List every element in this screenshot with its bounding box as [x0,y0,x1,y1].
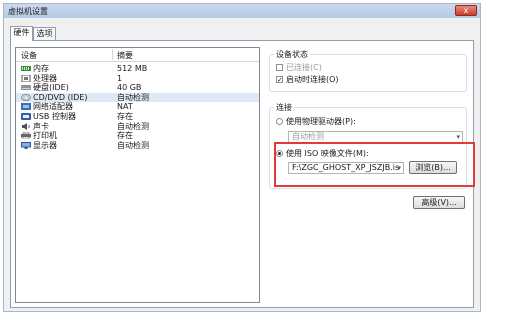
device-row-cd-dvd[interactable]: CD/DVD (IDE) 自动检测 [16,92,259,103]
device-row-usb-controller[interactable]: USB 控制器 存在 [16,112,259,122]
device-summary: 自动检测 [117,140,149,150]
printer-icon [21,132,31,140]
device-summary: NAT [117,102,133,112]
device-list-header: 设备 摘要 [16,48,259,62]
usb-icon [21,113,31,120]
device-summary: 自动检测 [117,121,149,131]
device-summary: 存在 [117,131,133,141]
device-name: 内存 [33,64,49,73]
physical-drive-value: 自动检测 [292,132,324,141]
tab-options[interactable]: 选项 [33,27,56,40]
connect-at-power-on-checkbox[interactable]: ✓ [276,76,283,84]
device-name: 网络适配器 [33,102,73,112]
device-row-network-adapter[interactable]: 网络适配器 NAT [16,102,259,112]
use-physical-drive-label: 使用物理驱动器(P): [286,117,356,126]
device-name: CD/DVD (IDE) [33,92,88,102]
device-row-memory[interactable]: 内存 512 MB [16,64,259,74]
device-row-sound-card[interactable]: 声卡 自动检测 [16,122,259,132]
column-divider[interactable] [112,49,113,60]
tab-hardware[interactable]: 硬件 [10,26,33,41]
device-summary: 存在 [117,112,133,121]
title-bar: 虚拟机设置 x [4,4,480,18]
connected-label: 已连接(C) [286,63,322,72]
device-list[interactable]: 设备 摘要 内存 512 MB 处理器 1 硬盘(IDE) 40 GB CD/D… [15,47,260,303]
device-name: 显示器 [33,140,57,150]
device-row-processor[interactable]: 处理器 1 [16,74,259,84]
device-name: 处理器 [33,73,57,83]
device-name: 硬盘(IDE) [33,83,69,93]
sound-card-icon [22,122,30,130]
device-status-title: 设备状态 [274,49,310,60]
hard-disk-icon [21,85,31,91]
device-summary: 1 [117,73,123,83]
device-name: 打印机 [33,131,57,141]
connect-at-power-on-label: 启动时连接(O) [286,75,339,84]
column-header-summary[interactable]: 摘要 [117,50,133,61]
device-name: USB 控制器 [33,112,76,121]
highlight-box [274,142,475,187]
memory-icon [21,66,31,71]
cd-dvd-icon [21,93,31,101]
network-adapter-icon [21,103,31,111]
device-status-group: 设备状态 已连接(C) ✓ 启动时连接(O) [269,49,467,92]
display-icon [21,141,31,149]
device-name: 声卡 [33,121,49,131]
device-row-hard-disk[interactable]: 硬盘(IDE) 40 GB [16,83,259,93]
window-title: 虚拟机设置 [8,7,48,16]
device-row-display[interactable]: 显示器 自动检测 [16,141,259,151]
tab-content-hardware: 设备 摘要 内存 512 MB 处理器 1 硬盘(IDE) 40 GB CD/D… [10,40,475,308]
close-button[interactable]: x [455,5,477,16]
advanced-button[interactable]: 高级(V)... [413,196,465,209]
processor-icon [21,74,31,82]
connected-checkbox[interactable] [276,64,283,71]
column-header-device[interactable]: 设备 [21,50,37,61]
use-physical-drive-radio[interactable] [276,118,283,125]
device-summary: 40 GB [117,83,142,93]
device-summary: 自动检测 [117,92,149,102]
connection-title: 连接 [274,102,294,113]
device-summary: 512 MB [117,64,148,73]
vm-settings-dialog: 虚拟机设置 x 硬件 选项 设备 摘要 内存 512 MB 处理器 1 硬盘(I… [3,3,481,312]
device-row-printer[interactable]: 打印机 存在 [16,131,259,141]
chevron-down-icon: ▾ [456,133,460,141]
